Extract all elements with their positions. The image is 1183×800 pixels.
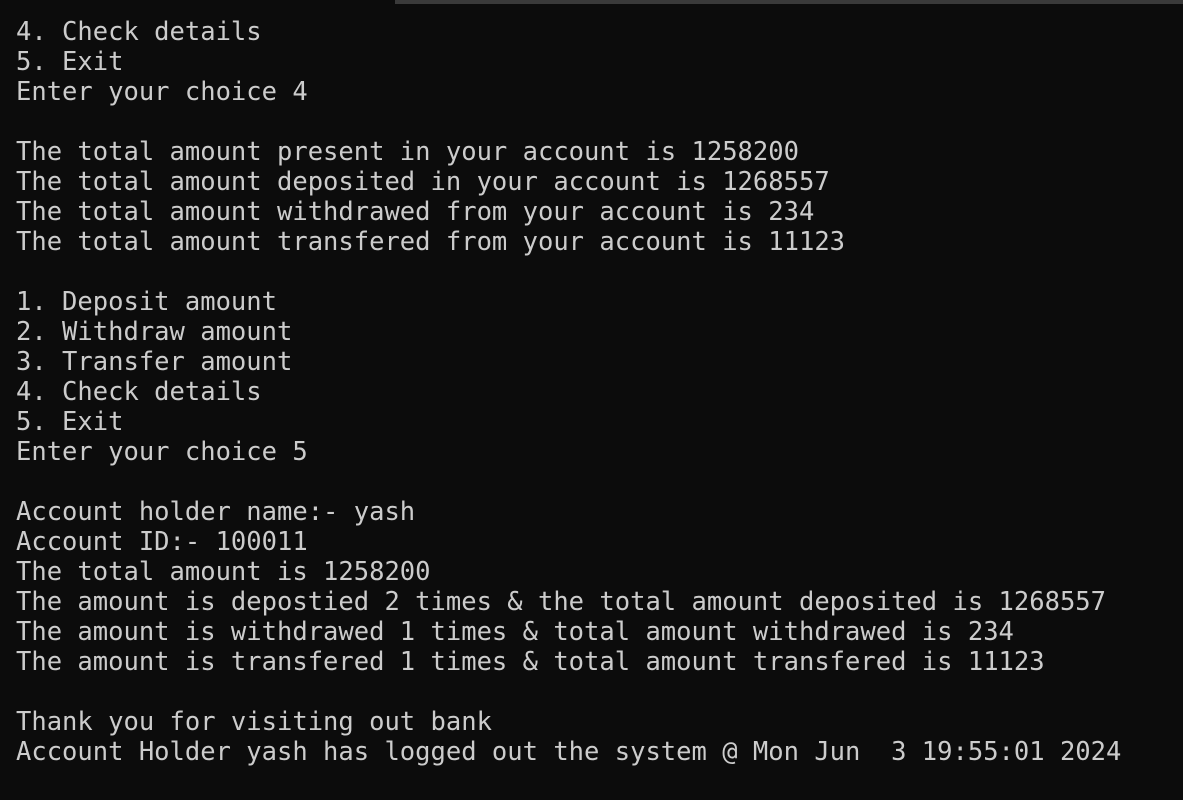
output-line: The amount is transfered 1 times & total…: [16, 647, 1045, 677]
output-line: Account holder name:- yash: [16, 497, 416, 527]
output-line: 5. Exit: [16, 407, 124, 437]
output-line: The amount is withdrawed 1 times & total…: [16, 617, 1014, 647]
output-line: 3. Transfer amount: [16, 347, 293, 377]
output-line: 4. Check details: [16, 377, 262, 407]
terminal-output: 4. Check details 5. Exit Enter your choi…: [16, 17, 1121, 767]
output-line: The total amount present in your account…: [16, 137, 799, 167]
output-line: 2. Withdraw amount: [16, 317, 293, 347]
output-line: The amount is depostied 2 times & the to…: [16, 587, 1107, 617]
terminal-window[interactable]: 4. Check details 5. Exit Enter your choi…: [0, 0, 1183, 800]
output-line: Thank you for visiting out bank: [16, 707, 492, 737]
output-line: Account ID:- 100011: [16, 527, 308, 557]
window-top-border: [395, 0, 1183, 4]
output-line: 1. Deposit amount: [16, 287, 277, 317]
output-line: The total amount transfered from your ac…: [16, 227, 846, 257]
output-line: The total amount deposited in your accou…: [16, 167, 830, 197]
output-line: 4. Check details: [16, 17, 262, 47]
output-line: The total amount withdrawed from your ac…: [16, 197, 815, 227]
output-line: Enter your choice 4: [16, 77, 308, 107]
output-line: 5. Exit: [16, 47, 124, 77]
output-line: Account Holder yash has logged out the s…: [16, 737, 1122, 767]
output-line: Enter your choice 5: [16, 437, 308, 467]
output-line: The total amount is 1258200: [16, 557, 431, 587]
